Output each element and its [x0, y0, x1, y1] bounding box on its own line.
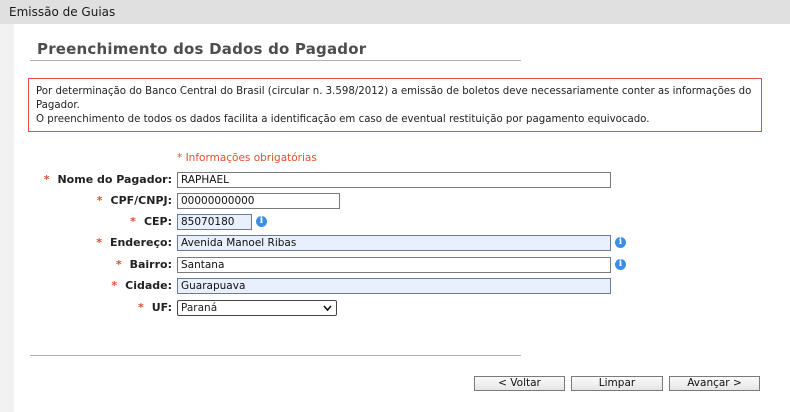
section-title: Preenchimento dos Dados do Pagador — [37, 40, 367, 58]
main-panel: Preenchimento dos Dados do Pagador Por d… — [14, 24, 790, 412]
notice-line-1: Por determinação do Banco Central do Bra… — [36, 86, 752, 111]
required-asterisk: * — [115, 258, 122, 271]
clear-button[interactable]: Limpar — [571, 376, 663, 391]
info-icon[interactable]: i — [615, 259, 626, 270]
cep-label-box: * CEP: — [14, 214, 172, 230]
required-asterisk: * — [137, 301, 144, 314]
endereco-field[interactable]: Avenida Manoel Ribas — [177, 235, 611, 251]
chevron-down-icon — [323, 301, 332, 320]
next-button[interactable]: Avançar > — [669, 376, 760, 391]
cpf-label-box: * CPF/CNPJ: — [14, 193, 172, 209]
cpf-field[interactable]: 00000000000 — [177, 193, 340, 209]
cpf-label: CPF/CNPJ: — [110, 194, 173, 207]
required-note: * Informações obrigatórias — [177, 152, 317, 164]
required-asterisk: * — [130, 215, 136, 228]
info-icon[interactable]: i — [256, 216, 267, 227]
back-button[interactable]: < Voltar — [474, 376, 565, 391]
required-asterisk: * — [43, 173, 50, 186]
cidade-field[interactable]: Guarapuava — [177, 278, 611, 294]
required-asterisk: * — [96, 194, 103, 207]
bairro-field[interactable]: Santana — [177, 257, 611, 273]
bottom-divider — [30, 355, 521, 356]
nome-label-box: * Nome do Pagador: — [14, 172, 172, 188]
bairro-label: Bairro: — [129, 258, 172, 271]
required-asterisk: * — [96, 236, 102, 249]
window-title: Emissão de Guias — [9, 5, 116, 19]
top-bar: Emissão de Guias — [0, 0, 790, 24]
cidade-label: Cidade: — [125, 279, 172, 292]
title-divider — [30, 60, 521, 61]
nome-label: Nome do Pagador: — [57, 173, 172, 186]
cep-label: CEP: — [143, 215, 172, 228]
uf-select[interactable]: Paraná — [177, 300, 337, 316]
uf-label: UF: — [151, 301, 172, 314]
cep-field[interactable]: 85070180 — [177, 214, 252, 230]
cidade-label-box: * Cidade: — [14, 278, 172, 294]
uf-selected-value: Paraná — [181, 302, 218, 314]
required-asterisk: * — [111, 279, 118, 292]
info-icon[interactable]: i — [615, 237, 626, 248]
nome-field[interactable]: RAPHAEL — [177, 172, 611, 188]
notice-box: Por determinação do Banco Central do Bra… — [28, 78, 762, 132]
endereco-label: Endereço: — [109, 236, 172, 249]
endereco-label-box: * Endereço: — [14, 235, 172, 251]
bairro-label-box: * Bairro: — [14, 257, 172, 273]
uf-label-box: * UF: — [14, 300, 172, 316]
notice-line-2: O preenchimento de todos os dados facili… — [36, 114, 650, 125]
